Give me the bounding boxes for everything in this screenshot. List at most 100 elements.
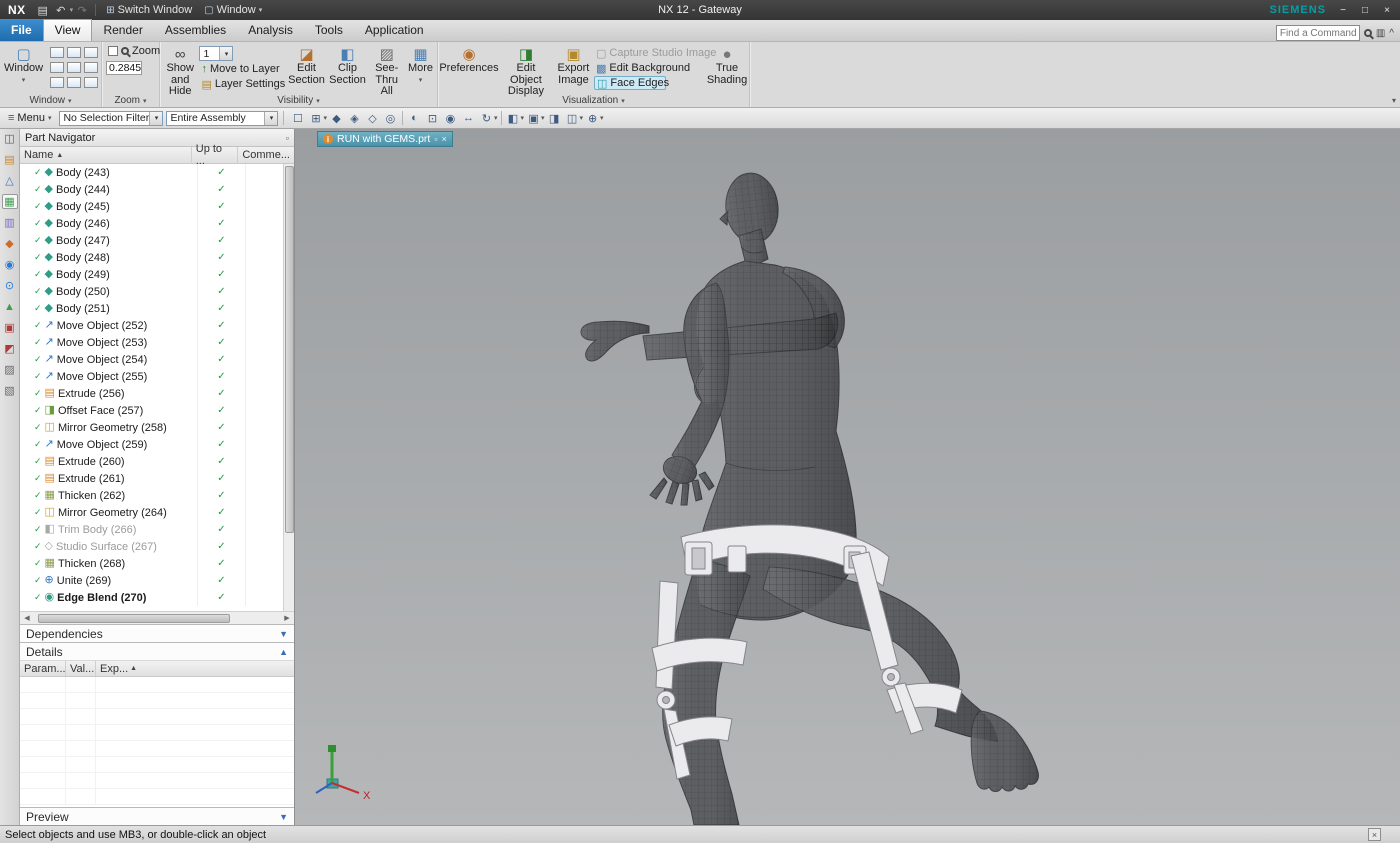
fit-view-icon[interactable]: ⊡ — [424, 110, 441, 127]
feature-visibility-checkbox[interactable]: ✓ — [34, 439, 42, 450]
feature-visibility-checkbox[interactable]: ✓ — [34, 286, 42, 297]
feature-visibility-checkbox[interactable]: ✓ — [34, 473, 42, 484]
selection-scope-combo[interactable]: Entire Assembly ▾ — [166, 111, 278, 126]
tree-item[interactable]: ✓◆Body (249)✓ — [20, 266, 283, 283]
feature-visibility-checkbox[interactable]: ✓ — [34, 320, 42, 331]
clip-section-button[interactable]: ◧ Clip Section — [327, 44, 367, 94]
tab-application[interactable]: Application — [354, 19, 435, 41]
rendering-style-icon[interactable]: ◧ — [505, 110, 522, 127]
constraint-navigator-icon[interactable]: △ — [2, 173, 18, 188]
capture-studio-image-button[interactable]: ▢ Capture Studio Image — [594, 46, 706, 60]
tree-item[interactable]: ✓◫Mirror Geometry (264)✓ — [20, 504, 283, 521]
feature-visibility-checkbox[interactable]: ✓ — [34, 201, 42, 212]
feature-visibility-checkbox[interactable]: ✓ — [34, 235, 42, 246]
feature-visibility-checkbox[interactable]: ✓ — [34, 405, 42, 416]
feature-visibility-checkbox[interactable]: ✓ — [34, 422, 42, 433]
edit-section-button[interactable]: ◪ Edit Section — [286, 44, 326, 94]
scrollbar-thumb[interactable] — [285, 166, 294, 533]
tree-item[interactable]: ✓◉Edge Blend (270)✓ — [20, 589, 283, 606]
edit-work-section-icon[interactable]: ◨ — [546, 110, 563, 127]
minimize-button[interactable]: − — [1336, 5, 1350, 16]
feature-visibility-checkbox[interactable]: ✓ — [34, 456, 42, 467]
feature-visibility-checkbox[interactable]: ✓ — [34, 184, 42, 195]
restore-document-icon[interactable]: ▫ — [434, 134, 437, 144]
command-finder-icon[interactable]: ▥ — [1376, 28, 1385, 39]
tab-assemblies[interactable]: Assemblies — [154, 19, 237, 41]
save-icon[interactable]: ▤ — [34, 4, 52, 17]
assembly-navigator-icon[interactable]: ▤ — [2, 152, 18, 167]
true-shading-button[interactable]: ● True Shading — [707, 44, 747, 94]
move-rotate-icon[interactable]: ⊕ — [584, 110, 601, 127]
window-layout-option-icon[interactable] — [67, 47, 81, 58]
tree-item[interactable]: ✓▤Extrude (256)✓ — [20, 385, 283, 402]
column-header-value[interactable]: Val... — [66, 661, 96, 676]
undo-icon[interactable]: ↶ — [52, 4, 70, 17]
midpoint-icon[interactable]: ◈ — [346, 110, 363, 127]
show-hide-quick-icon[interactable]: ◫ — [564, 110, 581, 127]
process-studio-icon[interactable]: ▲ — [2, 299, 18, 314]
feature-visibility-checkbox[interactable]: ✓ — [34, 575, 42, 586]
feature-visibility-checkbox[interactable]: ✓ — [34, 541, 42, 552]
selection-filter-combo[interactable]: No Selection Filter ▾ — [59, 111, 163, 126]
web-browser-icon[interactable]: ◉ — [2, 257, 18, 272]
zoom-scale-input[interactable]: 0.2845 — [106, 61, 142, 75]
window-layout-option-icon[interactable] — [67, 62, 81, 73]
close-status-icon[interactable]: × — [1368, 828, 1381, 841]
touch-mode-icon[interactable]: ☐ — [289, 110, 306, 127]
snap-point-icon[interactable]: ⊞ — [307, 110, 324, 127]
tree-item[interactable]: ✓⊕Unite (269)✓ — [20, 572, 283, 589]
tree-item[interactable]: ✓◆Body (247)✓ — [20, 232, 283, 249]
tree-item[interactable]: ✓↗Move Object (255)✓ — [20, 368, 283, 385]
feature-visibility-checkbox[interactable]: ✓ — [34, 218, 42, 229]
tree-item[interactable]: ✓↗Move Object (253)✓ — [20, 334, 283, 351]
column-header-up-to-date[interactable]: Up to ... — [192, 147, 239, 163]
scroll-left-icon[interactable]: ◀ — [21, 614, 33, 622]
window-layout-option-icon[interactable] — [84, 62, 98, 73]
tree-item[interactable]: ✓◆Body (244)✓ — [20, 181, 283, 198]
layer-settings-button[interactable]: ▤ Layer Settings — [199, 77, 285, 91]
feature-visibility-checkbox[interactable]: ✓ — [34, 354, 42, 365]
rotate-icon[interactable]: ↻ — [478, 110, 495, 127]
tree-vertical-scrollbar[interactable] — [283, 164, 294, 611]
visibility-group-label[interactable]: Visibility▾ — [160, 94, 437, 107]
dependencies-section-header[interactable]: Dependencies ▼ — [20, 624, 294, 642]
window-layout-option-icon[interactable] — [50, 62, 64, 73]
edit-background-button[interactable]: ▩ Edit Background — [594, 61, 706, 75]
tree-item[interactable]: ✓◆Body (245)✓ — [20, 198, 283, 215]
edit-object-display-button[interactable]: ◨ Edit Object Display — [499, 44, 553, 94]
system-scenes-icon[interactable]: ▨ — [2, 362, 18, 377]
window-group-label[interactable]: Window▾ — [0, 94, 101, 107]
document-tab[interactable]: i RUN with GEMS.prt ▫ × — [317, 131, 453, 147]
tree-item[interactable]: ✓◨Offset Face (257)✓ — [20, 402, 283, 419]
tree-item[interactable]: ✓↗Move Object (254)✓ — [20, 351, 283, 368]
part-navigator-icon[interactable]: ▦ — [2, 194, 18, 209]
minimize-ribbon-icon[interactable]: ^ — [1389, 28, 1394, 39]
scrollbar-thumb[interactable] — [38, 614, 230, 623]
manufacturing-wizards-icon[interactable]: ▣ — [2, 320, 18, 335]
see-thru-all-button[interactable]: ▨ See-Thru All — [368, 44, 404, 94]
details-section-header[interactable]: Details ▲ — [20, 642, 294, 660]
preferences-button[interactable]: ◉ Preferences — [440, 44, 498, 94]
tree-item[interactable]: ✓◆Body (246)✓ — [20, 215, 283, 232]
groups-icon[interactable]: ▧ — [2, 383, 18, 398]
zoom-toggle[interactable]: Zoom — [106, 44, 162, 58]
work-layer-combo[interactable]: 1 ▾ — [199, 46, 233, 61]
roles-icon[interactable]: ◩ — [2, 341, 18, 356]
tree-item[interactable]: ✓◆Body (251)✓ — [20, 300, 283, 317]
orient-view-icon[interactable]: ▣ — [525, 110, 542, 127]
feature-visibility-checkbox[interactable]: ✓ — [34, 592, 42, 603]
move-to-layer-button[interactable]: ↑ Move to Layer — [199, 62, 285, 76]
export-image-button[interactable]: ▣ Export Image — [554, 44, 593, 94]
column-header-parameter[interactable]: Param... — [20, 661, 66, 676]
feature-visibility-checkbox[interactable]: ✓ — [34, 167, 42, 178]
tree-item[interactable]: ✓↗Move Object (252)✓ — [20, 317, 283, 334]
window-layout-option-icon[interactable] — [67, 77, 81, 88]
tree-item[interactable]: ✓▤Extrude (261)✓ — [20, 470, 283, 487]
ribbon-overflow-icon[interactable]: ▾ — [1392, 96, 1396, 105]
graphics-window[interactable]: i RUN with GEMS.prt ▫ × — [295, 129, 1400, 825]
close-button[interactable]: × — [1380, 5, 1394, 16]
tab-file[interactable]: File — [0, 19, 43, 41]
feature-visibility-checkbox[interactable]: ✓ — [34, 252, 42, 263]
tree-item[interactable]: ✓↗Move Object (259)✓ — [20, 436, 283, 453]
feature-visibility-checkbox[interactable]: ✓ — [34, 337, 42, 348]
